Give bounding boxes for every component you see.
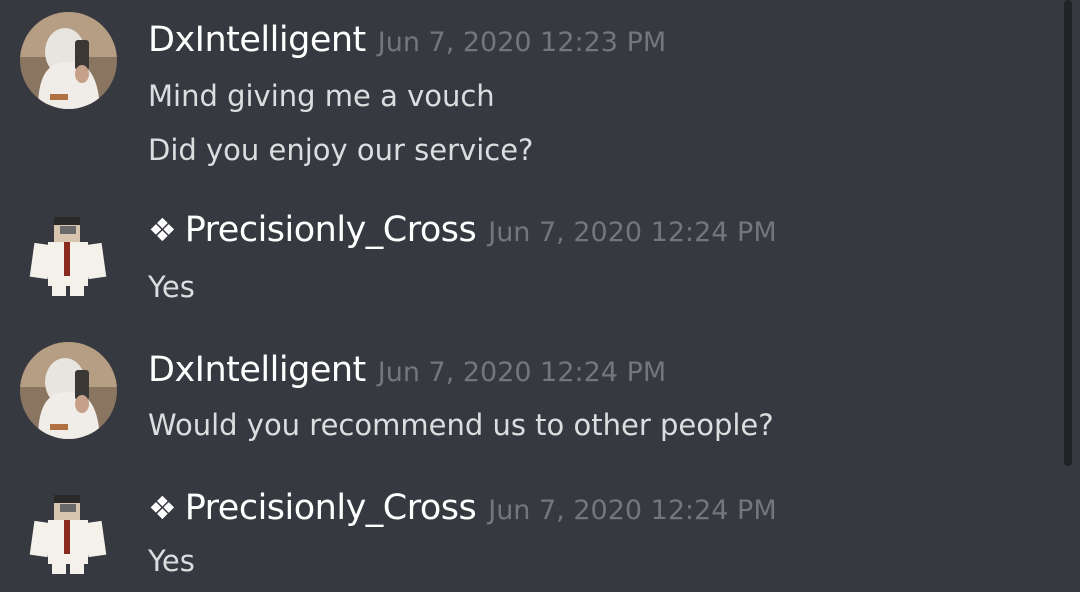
- message-text: Did you enjoy our service?: [148, 133, 534, 167]
- avatar-image: [20, 480, 117, 577]
- chat-log: DxIntelligent Jun 7, 2020 12:23 PM Mind g…: [0, 0, 1080, 592]
- message-text: Yes: [148, 270, 195, 304]
- message-header: ❖ Precisionly_Cross Jun 7, 2020 12:24 PM: [148, 210, 777, 250]
- message-group: DxIntelligent Jun 7, 2020 12:23 PM Mind g…: [0, 0, 1060, 180]
- role-badge-icon: ❖: [148, 489, 177, 527]
- username[interactable]: DxIntelligent: [148, 350, 366, 390]
- message-header: DxIntelligent Jun 7, 2020 12:24 PM: [148, 350, 666, 390]
- message-group: DxIntelligent Jun 7, 2020 12:24 PM Would …: [0, 320, 1060, 460]
- timestamp[interactable]: Jun 7, 2020 12:24 PM: [378, 357, 666, 388]
- role-badge-icon: ❖: [148, 211, 177, 249]
- message-header: DxIntelligent Jun 7, 2020 12:23 PM: [148, 20, 666, 60]
- avatar[interactable]: [20, 480, 117, 577]
- avatar[interactable]: [20, 342, 117, 439]
- message-text: Mind giving me a vouch: [148, 79, 495, 113]
- timestamp[interactable]: Jun 7, 2020 12:24 PM: [488, 217, 776, 248]
- username[interactable]: DxIntelligent: [148, 20, 366, 60]
- username[interactable]: Precisionly_Cross: [185, 488, 477, 528]
- avatar[interactable]: [20, 12, 117, 109]
- avatar-image: [20, 342, 117, 439]
- message-group: ❖ Precisionly_Cross Jun 7, 2020 12:24 PM Y…: [0, 458, 1060, 592]
- timestamp[interactable]: Jun 7, 2020 12:24 PM: [488, 495, 776, 526]
- message-header: ❖ Precisionly_Cross Jun 7, 2020 12:24 PM: [148, 488, 777, 528]
- avatar[interactable]: [20, 202, 117, 299]
- scrollbar[interactable]: [1064, 0, 1072, 466]
- message-text: Would you recommend us to other people?: [148, 408, 774, 442]
- message-text: Yes: [148, 544, 195, 578]
- message-group: ❖ Precisionly_Cross Jun 7, 2020 12:24 PM Y…: [0, 180, 1060, 320]
- avatar-image: [20, 12, 117, 109]
- timestamp[interactable]: Jun 7, 2020 12:23 PM: [378, 27, 666, 58]
- username[interactable]: Precisionly_Cross: [185, 210, 477, 250]
- avatar-image: [20, 202, 117, 299]
